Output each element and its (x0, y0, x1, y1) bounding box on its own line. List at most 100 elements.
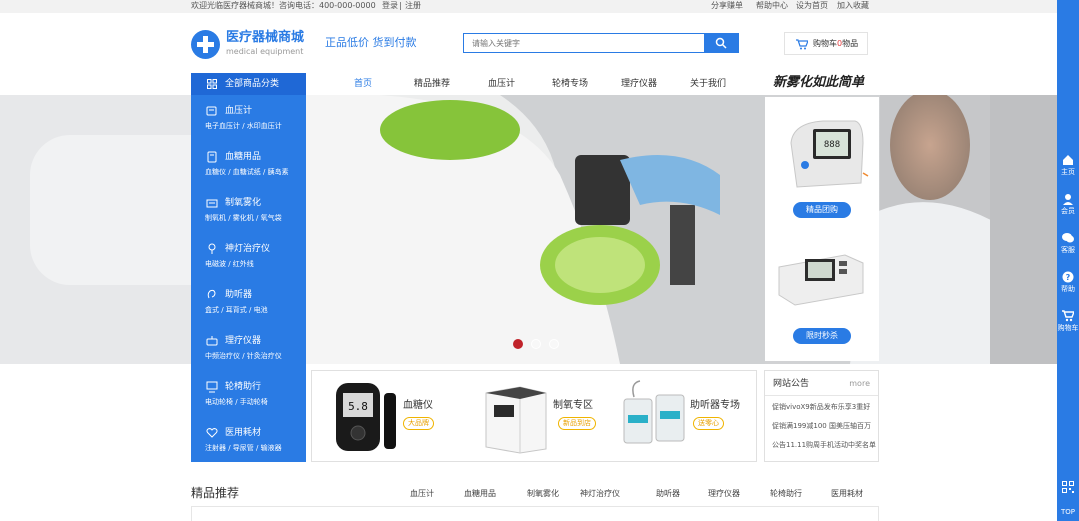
back-to-top-label: TOP (1060, 508, 1075, 516)
wheelchair-icon (206, 381, 218, 393)
category-sub[interactable]: 电动轮椅 / 手动轮椅 (205, 398, 268, 407)
tab-wheelchair[interactable]: 轮椅助行 (770, 489, 802, 499)
rail-cart[interactable]: 购物车 (1057, 310, 1079, 340)
category-hearing-aid[interactable]: 助听器 盒式 / 耳背式 / 电池 (191, 279, 306, 325)
all-categories-header[interactable]: 全部商品分类 (191, 73, 306, 95)
nav-therapy[interactable]: 理疗仪器 (621, 78, 657, 90)
notice-item[interactable]: 促销满199减100 国美压轴百万 (772, 422, 871, 431)
hero-banner[interactable] (0, 95, 1057, 364)
rail-help[interactable]: ? 帮助 (1057, 271, 1079, 301)
category-name: 医用耗材 (225, 428, 262, 438)
share-link[interactable]: 分享赚单 (711, 1, 743, 11)
top-bar: 欢迎光临医疗器械商城！咨询电话：400-000-0000 登录 | 注册 分享赚… (0, 0, 1057, 13)
featured-title-glucose[interactable]: 血糖仪 (403, 400, 433, 412)
svg-text:888: 888 (824, 140, 840, 150)
category-sub[interactable]: 电磁波 / 红外线 (205, 260, 254, 269)
slider-dot-2[interactable] (531, 339, 541, 349)
oxygen-icon (206, 199, 218, 208)
register-link[interactable]: 注册 (405, 1, 421, 11)
category-sub[interactable]: 盒式 / 耳背式 / 电池 (205, 306, 268, 315)
category-consumables[interactable]: 医用耗材 注射器 / 导尿管 / 输液器 (191, 417, 306, 463)
nav-wheelchair[interactable]: 轮椅专场 (552, 78, 588, 90)
blood-pressure-monitor-image[interactable]: 888 (783, 113, 869, 193)
rail-home[interactable]: 主页 (1057, 154, 1079, 184)
all-categories-label: 全部商品分类 (225, 79, 280, 89)
flash-sale-button[interactable]: 限时秒杀 (793, 328, 851, 344)
promo-banner-text[interactable]: 新雾化如此简单 (773, 74, 864, 92)
category-name: 制氧雾化 (225, 198, 262, 208)
cart-icon (1062, 310, 1074, 322)
tab-hearing-aid[interactable]: 助听器 (656, 489, 680, 499)
notice-item[interactable]: 促销vivoX9新品发布乐享3重好 (772, 403, 870, 412)
rail-back-to-top[interactable]: TOP (1057, 481, 1079, 521)
glucose-meter-icon (207, 151, 217, 163)
grid-icon (207, 79, 217, 89)
category-oxygen[interactable]: 制氧雾化 制氧机 / 雾化机 / 氧气袋 (191, 187, 306, 233)
welcome-text: 欢迎光临医疗器械商城！咨询电话：400-000-0000 (191, 1, 376, 10)
rail-label: 帮助 (1061, 285, 1075, 293)
category-blood-pressure[interactable]: 血压计 电子血压计 / 水印血压计 (191, 95, 306, 141)
site-title[interactable]: 医疗器械商城 (226, 30, 304, 45)
notice-item[interactable]: 公告11.11购周手机活动中奖名单 (772, 441, 876, 450)
category-sub[interactable]: 电子血压计 / 水印血压计 (205, 122, 282, 131)
svg-text:?: ? (1066, 273, 1071, 282)
featured-badge-glucose[interactable]: 大品牌 (403, 417, 434, 430)
rail-label: 客服 (1061, 246, 1075, 254)
blood-pressure-monitor-image-2[interactable] (775, 249, 867, 309)
featured-badge-hearing[interactable]: 送零心 (693, 417, 724, 430)
site-subtitle: medical equipment (226, 47, 304, 56)
help-center-link[interactable]: 帮助中心 (756, 1, 788, 11)
category-sub[interactable]: 血糖仪 / 血糖试纸 / 胰岛素 (205, 168, 289, 177)
rail-member[interactable]: 会员 (1057, 193, 1079, 223)
login-link[interactable]: 登录 (382, 1, 398, 11)
tab-lamp-therapy[interactable]: 神灯治疗仪 (580, 489, 620, 499)
category-name: 理疗仪器 (225, 336, 262, 346)
nav-home[interactable]: 首页 (354, 78, 372, 90)
category-sub[interactable]: 注射器 / 导尿管 / 输液器 (205, 444, 282, 453)
notice-board: 网站公告 more 促销vivoX9新品发布乐享3重好 促销满199减100 国… (764, 370, 879, 462)
featured-badge-oxygen[interactable]: 新品到店 (558, 417, 596, 430)
rail-label: 主页 (1061, 168, 1075, 176)
help-icon: ? (1062, 271, 1074, 283)
svg-text:5.8: 5.8 (348, 400, 368, 413)
category-wheelchair[interactable]: 轮椅助行 电动轮椅 / 手动轮椅 (191, 371, 306, 417)
cart-button[interactable]: 购物车0物品 (784, 32, 868, 55)
search-input[interactable] (464, 34, 704, 52)
category-sub[interactable]: 制氧机 / 雾化机 / 氧气袋 (205, 214, 282, 223)
glucose-meter-image[interactable]: 5.8 (332, 379, 404, 455)
rail-service[interactable]: 客服 (1057, 232, 1079, 262)
category-sub[interactable]: 中频治疗仪 / 针灸治疗仪 (205, 352, 282, 361)
nav-recommended[interactable]: 精品推荐 (414, 78, 450, 90)
heart-pulse-icon (206, 428, 218, 438)
category-glucose[interactable]: 血糖用品 血糖仪 / 血糖试纸 / 胰岛素 (191, 141, 306, 187)
nav-blood-pressure[interactable]: 血压计 (488, 78, 515, 90)
logo-cross-icon[interactable] (191, 30, 220, 59)
tab-physio[interactable]: 理疗仪器 (708, 489, 740, 499)
hearing-aid-image[interactable] (620, 377, 690, 455)
nav-about[interactable]: 关于我们 (690, 78, 726, 90)
category-name: 助听器 (225, 290, 253, 300)
set-homepage-link[interactable]: 设为首页 (796, 1, 828, 11)
search-icon (715, 37, 727, 49)
tab-glucose[interactable]: 血糖用品 (464, 489, 496, 499)
tab-blood-pressure[interactable]: 血压计 (410, 489, 434, 499)
search-button[interactable] (704, 34, 738, 52)
featured-title-oxygen[interactable]: 制氧专区 (553, 400, 593, 412)
category-lamp-therapy[interactable]: 神灯治疗仪 电磁波 / 红外线 (191, 233, 306, 279)
rail-label: 购物车 (1057, 324, 1079, 332)
add-favorite-link[interactable]: 加入收藏 (837, 1, 869, 11)
slider-dot-3[interactable] (549, 339, 559, 349)
category-physio[interactable]: 理疗仪器 中频治疗仪 / 针灸治疗仪 (191, 325, 306, 371)
notice-more-link[interactable]: more (849, 379, 870, 389)
slider-dot-1[interactable] (513, 339, 523, 349)
featured-title-hearing[interactable]: 助听器专场 (690, 400, 740, 412)
chat-icon (1062, 233, 1074, 243)
home-icon (1063, 155, 1073, 165)
tab-consumables[interactable]: 医用耗材 (831, 489, 863, 499)
tab-oxygen[interactable]: 制氧雾化 (527, 489, 559, 499)
search-box (463, 33, 739, 53)
oxygen-concentrator-image[interactable] (480, 383, 554, 455)
group-buy-button[interactable]: 精品团购 (793, 202, 851, 218)
cart-label: 购物车0物品 (813, 39, 859, 48)
category-name: 轮椅助行 (225, 382, 262, 392)
